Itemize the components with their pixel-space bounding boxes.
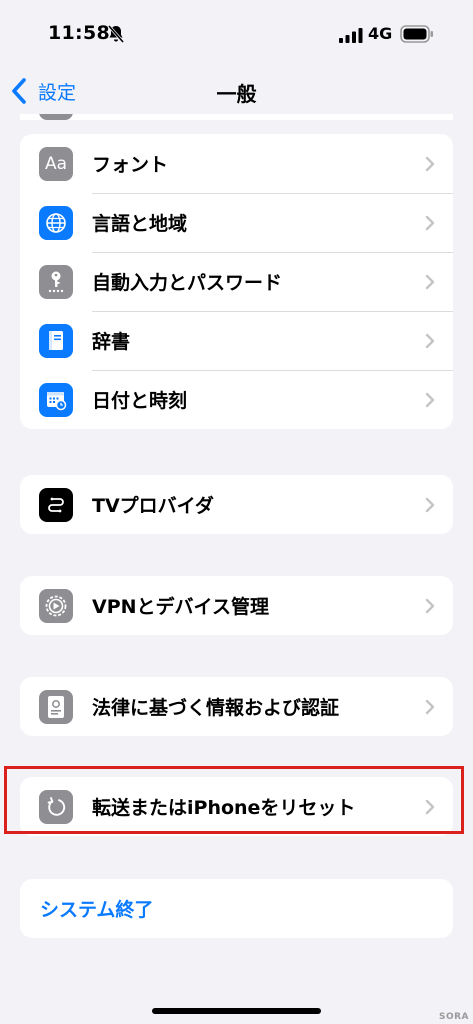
settings-group-shutdown: システム終了 [20, 879, 453, 938]
chevron-right-icon [425, 392, 435, 407]
settings-group-legal: 法律に基づく情報および認証 [20, 677, 453, 736]
row-date-time[interactable]: 日付と時刻 [20, 370, 453, 429]
settings-group-language: Aa フォント 言語と地域 自動入力とパスワード 辞書 日付と時刻 [20, 134, 453, 429]
settings-group-vpn: VPNとデバイス管理 [20, 576, 453, 635]
status-time: 11:58 [48, 22, 110, 44]
settings-group-tv: TVプロバイダ [20, 475, 453, 534]
row-vpn-device-management[interactable]: VPNとデバイス管理 [20, 576, 453, 635]
row-tv-provider[interactable]: TVプロバイダ [20, 475, 453, 534]
gear-icon [39, 588, 73, 623]
globe-icon [39, 205, 73, 240]
chevron-right-icon [425, 333, 435, 348]
font-icon: Aa [39, 146, 73, 181]
row-autofill-passwords[interactable]: 自動入力とパスワード [20, 252, 453, 311]
row-label: VPNとデバイス管理 [92, 596, 269, 618]
legal-document-icon [39, 689, 73, 724]
status-bar: 11:58 4G [0, 0, 473, 66]
row-font[interactable]: Aa フォント [20, 134, 453, 193]
row-legal-regulatory[interactable]: 法律に基づく情報および認証 [20, 677, 453, 736]
chevron-right-icon [425, 156, 435, 171]
row-label: フォント [92, 154, 169, 176]
watermark: SORA [438, 1012, 469, 1022]
book-icon [39, 323, 73, 358]
battery-icon [400, 25, 433, 43]
chevron-right-icon [425, 274, 435, 289]
shutdown-label: システム終了 [40, 899, 154, 921]
highlight-annotation [4, 766, 464, 834]
row-dictionary[interactable]: 辞書 [20, 311, 453, 370]
calendar-clock-icon [39, 382, 73, 417]
shutdown-button[interactable]: システム終了 [20, 879, 453, 938]
tv-provider-icon [39, 487, 73, 522]
chevron-right-icon [425, 598, 435, 613]
network-label: 4G [368, 24, 393, 43]
row-label: 自動入力とパスワード [92, 272, 283, 294]
home-indicator[interactable] [152, 1008, 321, 1014]
signal-icon [339, 28, 363, 43]
chevron-right-icon [425, 215, 435, 230]
row-label: 辞書 [92, 331, 131, 353]
chevron-right-icon [425, 497, 435, 512]
row-label: 法律に基づく情報および認証 [92, 697, 340, 719]
nav-bar: 設定 一般 [0, 66, 473, 116]
row-label: TVプロバイダ [92, 495, 214, 517]
row-language-region[interactable]: 言語と地域 [20, 193, 453, 252]
row-label: 言語と地域 [92, 213, 188, 235]
key-icon [39, 264, 73, 299]
chevron-right-icon [425, 699, 435, 714]
row-label: 日付と時刻 [92, 390, 188, 412]
page-title: 一般 [216, 82, 257, 106]
bell-slash-icon [107, 25, 125, 43]
